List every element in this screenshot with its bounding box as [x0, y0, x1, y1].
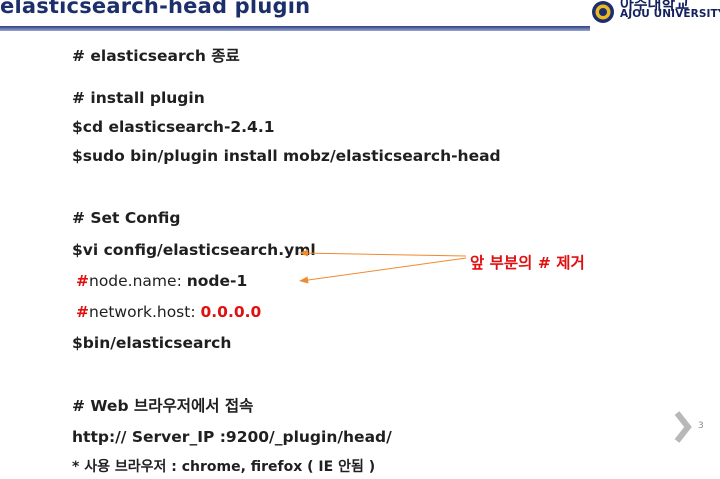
annotation-remove-hash: 앞 부분의 # 제거 — [470, 254, 585, 272]
next-chevron-icon — [674, 411, 692, 443]
annotation-arrows — [299, 249, 467, 284]
arrow-to-node-name — [300, 257, 467, 282]
page-number: 3 — [698, 421, 704, 431]
arrow-to-vi-line — [300, 252, 467, 257]
